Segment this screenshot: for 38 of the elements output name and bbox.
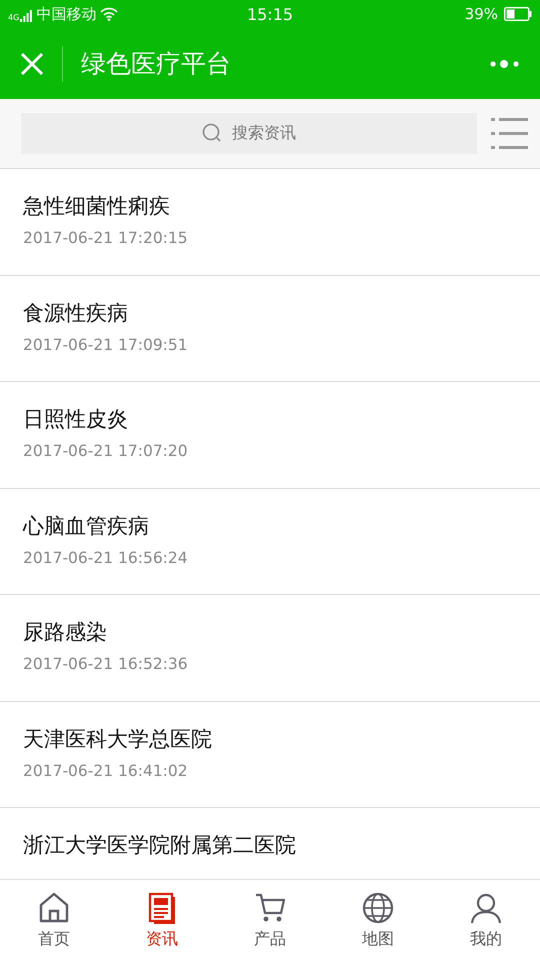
news-title: 急性细菌性痢疾 [23, 193, 171, 220]
news-title: 浙江大学医学院附属第二医院 [23, 832, 297, 859]
carrier-name: 中国移动 [36, 4, 96, 24]
news-time: 2017-06-21 16:41:02 [23, 762, 189, 780]
news-item[interactable]: 尿路感染 2017-06-21 16:52:36 [0, 595, 540, 702]
news-title: 天津医科大学总医院 [23, 726, 213, 752]
news-item[interactable]: 食源性疾病 2017-06-21 17:09:51 [0, 276, 540, 382]
list-icon[interactable] [491, 116, 528, 150]
clock: 15:15 [246, 4, 294, 24]
tab-item[interactable]: 产品 [216, 880, 324, 960]
news-time: 2017-06-21 17:20:15 [23, 229, 189, 247]
battery-icon [504, 7, 532, 21]
news-time: 2017-06-21 17:07:20 [23, 442, 189, 460]
more-icon[interactable] [490, 58, 520, 68]
wifi-icon [100, 7, 118, 21]
search-field[interactable]: 搜索资讯 [21, 113, 477, 154]
page-title: 绿色医疗平台 [81, 48, 232, 80]
news-item[interactable]: 天津医科大学总医院 2017-06-21 16:41:02 [0, 702, 540, 808]
network-type: 4G [8, 14, 20, 22]
tab-item[interactable]: 我的 [432, 880, 540, 960]
news-time: 2017-06-21 17:09:51 [23, 336, 189, 354]
news-item[interactable]: 日照性皮炎 2017-06-21 17:07:20 [0, 382, 540, 488]
news-time: 2017-06-21 16:56:24 [23, 548, 189, 566]
news-title: 心脑血管疾病 [23, 512, 150, 540]
battery-percentage: 39% [464, 5, 498, 23]
tab-item[interactable]: 首页 [0, 880, 108, 960]
news-time: 2017-06-21 16:52:36 [23, 655, 189, 673]
news-title: 食源性疾病 [23, 300, 129, 326]
signal-icon [20, 10, 32, 22]
tab-item[interactable]: 地图 [324, 880, 432, 960]
news-item[interactable]: 急性细菌性痢疾 2017-06-21 17:20:15 [0, 169, 540, 276]
tab-item[interactable]: 资讯 [108, 880, 216, 960]
news-item[interactable]: 心脑血管疾病 2017-06-21 16:56:24 [0, 488, 540, 595]
close-icon[interactable] [20, 52, 44, 76]
globe-icon [361, 890, 395, 924]
news-title: 尿路感染 [23, 619, 108, 646]
house-icon [37, 890, 71, 924]
news-title: 日照性皮炎 [23, 406, 129, 433]
